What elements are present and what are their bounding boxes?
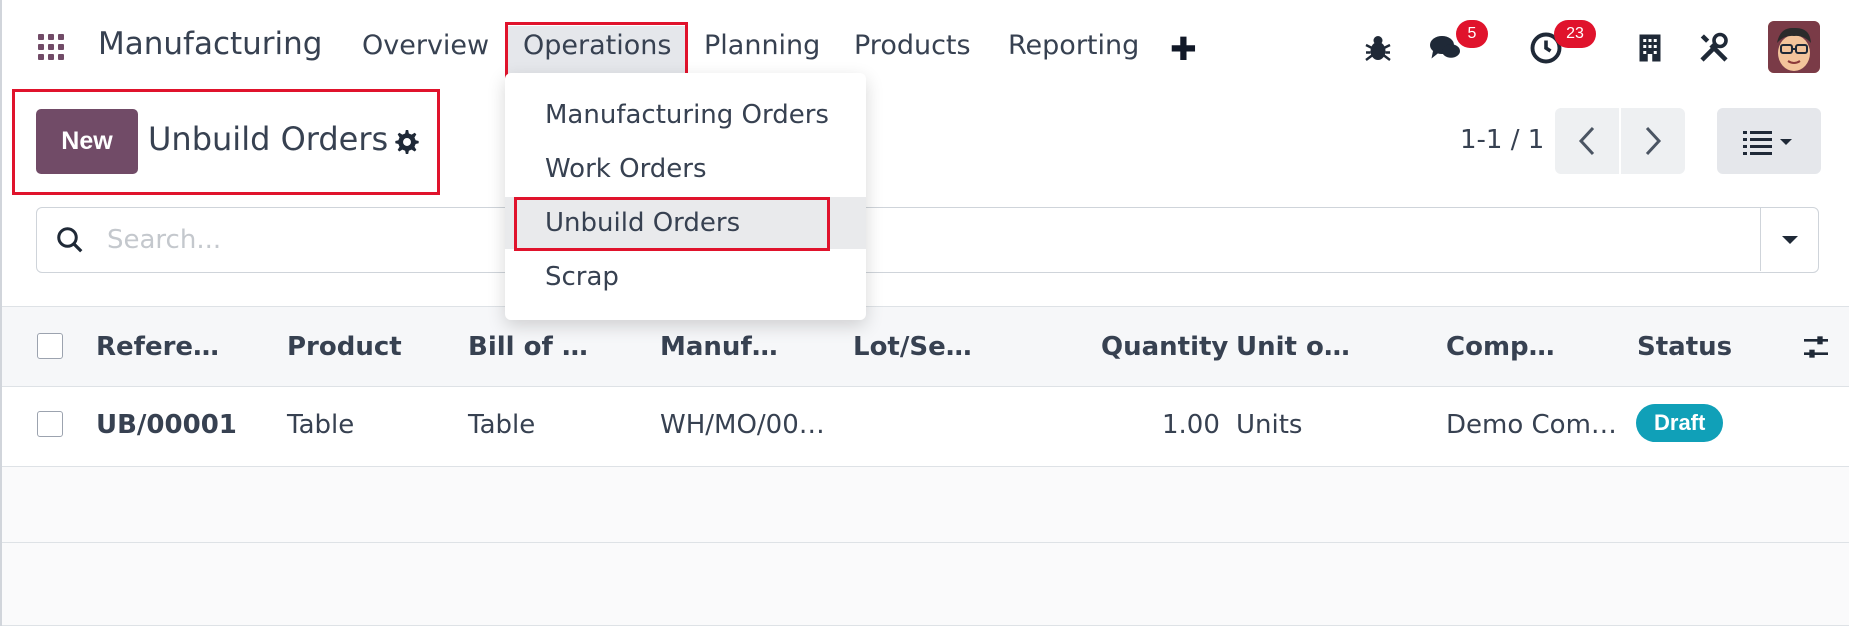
search-bar <box>36 207 1819 273</box>
search-icon <box>57 227 83 253</box>
apps-icon[interactable] <box>38 34 64 60</box>
column-lot-serial[interactable]: Lot/Se… <box>853 332 972 362</box>
column-unit-of-measure[interactable]: Unit o… <box>1236 332 1350 362</box>
cell-product: Table <box>287 410 355 440</box>
menu-products[interactable]: Products <box>854 30 971 61</box>
cell-manufacturing-order: WH/MO/00… <box>660 410 825 440</box>
gear-icon[interactable] <box>393 128 421 156</box>
empty-row <box>2 467 1849 543</box>
optional-columns-icon[interactable] <box>1799 331 1833 363</box>
building-icon[interactable] <box>1632 30 1668 66</box>
select-all-checkbox[interactable] <box>37 333 63 359</box>
cell-company: Demo Com… <box>1446 410 1617 440</box>
row-checkbox[interactable] <box>37 411 63 437</box>
operations-dropdown-menu: Manufacturing Orders Work Orders Unbuild… <box>505 73 866 320</box>
bug-icon[interactable] <box>1360 30 1396 66</box>
menu-operations[interactable]: Operations <box>507 26 688 74</box>
search-options-toggle[interactable] <box>1760 208 1818 271</box>
activities-badge: 23 <box>1554 20 1596 48</box>
top-navbar: Manufacturing Overview Operations Planni… <box>2 0 1849 92</box>
pager-previous-button[interactable] <box>1555 108 1619 174</box>
user-avatar[interactable] <box>1768 21 1820 73</box>
plus-icon[interactable]: ✚ <box>1170 30 1197 68</box>
column-bom[interactable]: Bill of … <box>468 332 588 362</box>
column-product[interactable]: Product <box>287 332 402 362</box>
new-button[interactable]: New <box>36 109 138 174</box>
dropdown-item-work-orders[interactable]: Work Orders <box>505 143 866 195</box>
pager-next-button[interactable] <box>1621 108 1685 174</box>
table-header: Refere… Product Bill of … Manuf… Lot/Se…… <box>2 306 1849 387</box>
column-quantity[interactable]: Quantity <box>1101 332 1228 362</box>
caret-down-icon <box>1782 236 1798 244</box>
list-view-icon <box>1743 131 1792 155</box>
menu-reporting[interactable]: Reporting <box>1008 30 1139 61</box>
column-company[interactable]: Comp… <box>1446 332 1555 362</box>
column-status[interactable]: Status <box>1637 332 1732 362</box>
dropdown-item-scrap[interactable]: Scrap <box>505 251 866 303</box>
view-switcher-button[interactable] <box>1717 108 1821 174</box>
column-manufacturing-order[interactable]: Manuf… <box>660 332 778 362</box>
cell-quantity: 1.00 <box>1162 410 1220 440</box>
cell-bom: Table <box>468 410 536 440</box>
chevron-left-icon <box>1578 126 1595 156</box>
pager-value[interactable]: 1-1 / 1 <box>1460 125 1544 155</box>
search-input[interactable] <box>105 220 1705 260</box>
status-badge: Draft <box>1636 404 1724 442</box>
menu-overview[interactable]: Overview <box>362 30 489 61</box>
chevron-right-icon <box>1645 126 1662 156</box>
app-brand[interactable]: Manufacturing <box>98 26 322 62</box>
dropdown-item-manufacturing-orders[interactable]: Manufacturing Orders <box>505 89 866 141</box>
tools-icon[interactable] <box>1696 30 1732 66</box>
cell-reference: UB/00001 <box>96 410 237 440</box>
empty-row <box>2 543 1849 626</box>
table-row[interactable]: UB/00001 Table Table WH/MO/00… 1.00 Unit… <box>2 387 1849 467</box>
dropdown-item-unbuild-orders[interactable]: Unbuild Orders <box>505 197 866 249</box>
cell-unit-of-measure: Units <box>1236 410 1303 440</box>
page-title[interactable]: Unbuild Orders <box>148 120 388 158</box>
messages-badge: 5 <box>1456 20 1488 48</box>
menu-planning[interactable]: Planning <box>704 30 820 61</box>
column-reference[interactable]: Refere… <box>96 332 219 362</box>
